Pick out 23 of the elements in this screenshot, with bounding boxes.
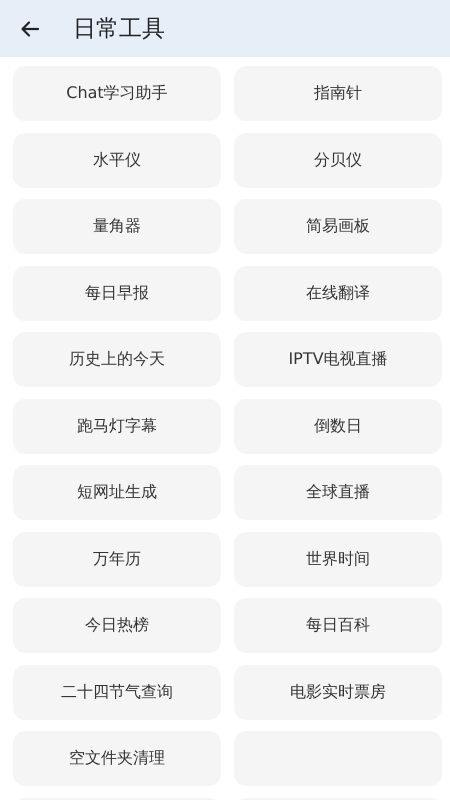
tool-tile[interactable]: 在线翻译 xyxy=(234,266,442,320)
tool-tile[interactable]: 电影实时票房 xyxy=(234,664,442,720)
tool-tile[interactable]: 世界时间 xyxy=(234,532,442,586)
tool-tile[interactable]: 每日百科 xyxy=(234,598,442,653)
tool-tile[interactable]: 倒数日 xyxy=(234,398,442,454)
tool-tile[interactable]: 跑马灯字幕 xyxy=(13,398,221,454)
back-arrow-icon[interactable] xyxy=(20,18,40,38)
tool-tile[interactable]: Chat学习助手 xyxy=(13,66,221,121)
tool-tile[interactable]: 全球直播 xyxy=(234,465,442,520)
tool-tile[interactable]: 二十四节气查询 xyxy=(13,664,221,720)
tool-tile[interactable]: 分贝仪 xyxy=(234,132,442,188)
tool-tile[interactable]: 历史上的今天 xyxy=(13,332,221,387)
tool-tile[interactable]: 每日早报 xyxy=(13,266,221,320)
page-title: 日常工具 xyxy=(73,15,165,44)
tool-tile[interactable]: 今日热榜 xyxy=(13,598,221,653)
tool-tile[interactable]: 空文件夹清理 xyxy=(13,731,221,786)
tool-tile[interactable]: 万年历 xyxy=(13,532,221,586)
tool-tile[interactable]: 量角器 xyxy=(13,199,221,254)
tool-tile[interactable]: IPTV电视直播 xyxy=(234,332,442,387)
tool-tile[interactable]: 水平仪 xyxy=(13,132,221,188)
tool-tile[interactable]: 短网址生成 xyxy=(13,465,221,520)
tool-tile[interactable]: 指南针 xyxy=(234,66,442,121)
tool-tile[interactable]: 简易画板 xyxy=(234,199,442,254)
